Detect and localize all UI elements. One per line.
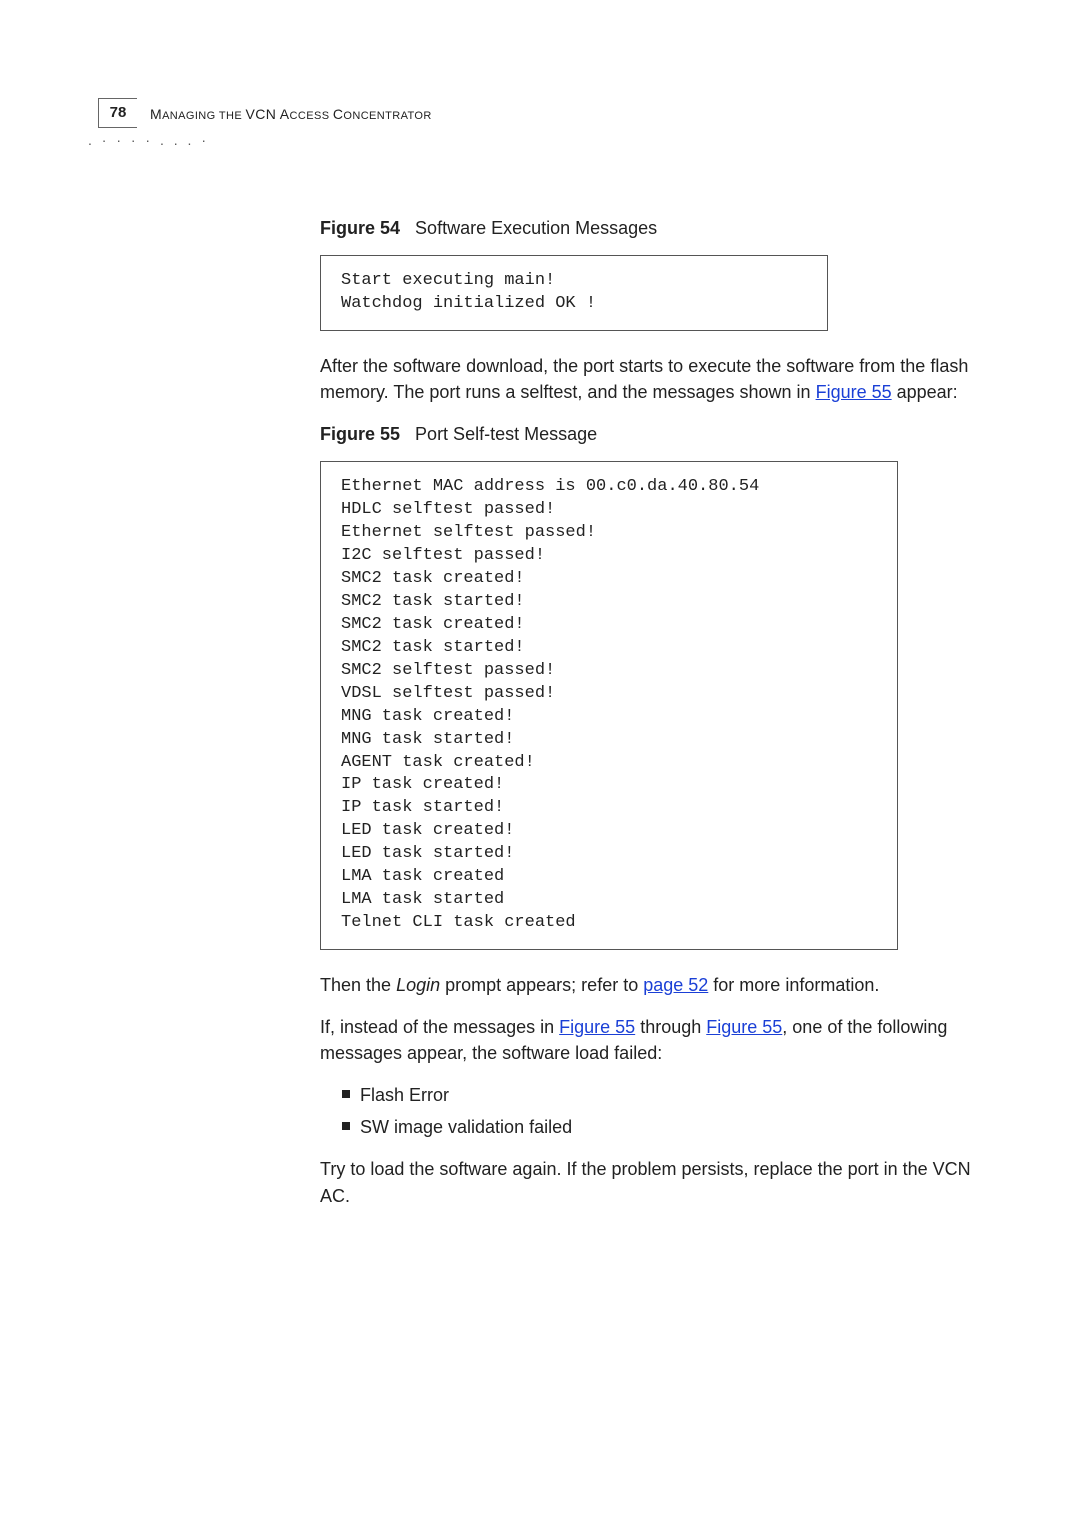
figure-54-code: Start executing main! Watchdog initializ… bbox=[320, 255, 828, 331]
link-figure-55-a[interactable]: Figure 55 bbox=[559, 1017, 635, 1037]
paragraph-retry: Try to load the software again. If the p… bbox=[320, 1156, 985, 1208]
list-item: Flash Error bbox=[342, 1082, 985, 1108]
figure-55-label: Figure 55 bbox=[320, 424, 400, 444]
figure-55-title: Port Self-test Message bbox=[415, 424, 597, 444]
rh-part: ANAGING THE bbox=[162, 110, 245, 122]
text: If, instead of the messages in bbox=[320, 1017, 559, 1037]
rh-part: CCESS bbox=[290, 110, 333, 122]
rh-part: ONCENTRATOR bbox=[343, 110, 431, 122]
link-figure-55-b[interactable]: Figure 55 bbox=[706, 1017, 782, 1037]
text: prompt appears; refer to bbox=[440, 975, 643, 995]
figure-54-label: Figure 54 bbox=[320, 218, 400, 238]
rh-part: C bbox=[333, 106, 344, 122]
running-header: MANAGING THE VCN ACCESS CONCENTRATOR bbox=[150, 104, 432, 125]
text: for more information. bbox=[708, 975, 879, 995]
header-decoration: . · · · · . . . · bbox=[88, 130, 209, 150]
list-item: SW image validation failed bbox=[342, 1114, 985, 1140]
figure-55-code: Ethernet MAC address is 00.c0.da.40.80.5… bbox=[320, 461, 898, 950]
rh-part: VCN A bbox=[246, 106, 290, 122]
figure-54-caption: Figure 54 Software Execution Messages bbox=[320, 215, 985, 241]
rh-part: M bbox=[150, 106, 162, 122]
text: Then the bbox=[320, 975, 396, 995]
link-figure-55[interactable]: Figure 55 bbox=[816, 382, 892, 402]
figure-55-caption: Figure 55 Port Self-test Message bbox=[320, 421, 985, 447]
main-content: Figure 54 Software Execution Messages St… bbox=[320, 205, 985, 1225]
paragraph-login-prompt: Then the Login prompt appears; refer to … bbox=[320, 972, 985, 998]
link-page-52[interactable]: page 52 bbox=[643, 975, 708, 995]
page-number: 78 bbox=[98, 98, 137, 128]
text: through bbox=[635, 1017, 706, 1037]
paragraph-after-download: After the software download, the port st… bbox=[320, 353, 985, 405]
login-italic: Login bbox=[396, 975, 440, 995]
text: appear: bbox=[892, 382, 958, 402]
figure-54-title: Software Execution Messages bbox=[415, 218, 657, 238]
error-bullet-list: Flash Error SW image validation failed bbox=[320, 1082, 985, 1140]
paragraph-error-intro: If, instead of the messages in Figure 55… bbox=[320, 1014, 985, 1066]
